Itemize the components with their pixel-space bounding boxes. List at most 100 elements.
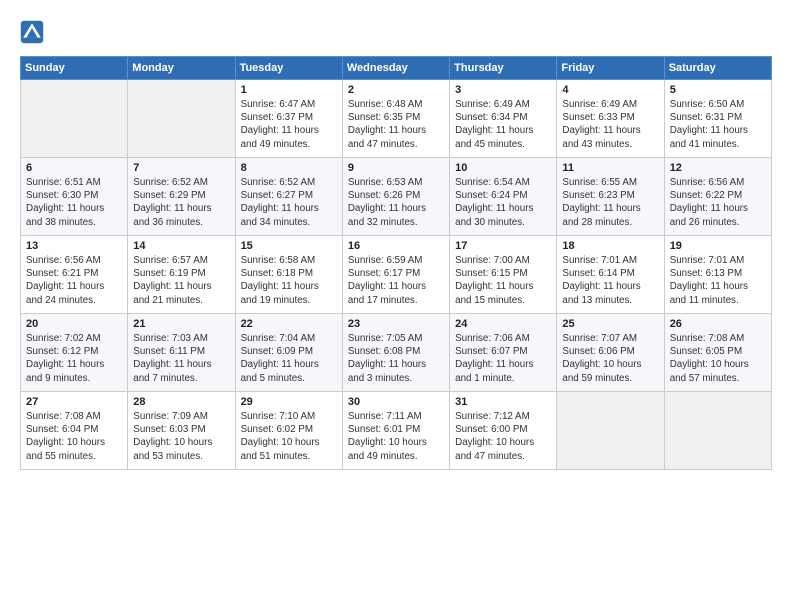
- day-detail: Sunrise: 7:08 AM Sunset: 6:05 PM Dayligh…: [670, 332, 766, 385]
- calendar-cell: [21, 80, 128, 158]
- day-number: 24: [455, 318, 551, 330]
- calendar-cell: [557, 392, 664, 470]
- day-number: 14: [133, 240, 229, 252]
- calendar-cell: 17 Sunrise: 7:00 AM Sunset: 6:15 PM Dayli…: [450, 236, 557, 314]
- day-of-week-header: Saturday: [664, 57, 771, 80]
- day-detail: Sunrise: 6:54 AM Sunset: 6:24 PM Dayligh…: [455, 176, 551, 229]
- calendar-table: SundayMondayTuesdayWednesdayThursdayFrid…: [20, 56, 772, 470]
- day-number: 5: [670, 84, 766, 96]
- day-detail: Sunrise: 6:57 AM Sunset: 6:19 PM Dayligh…: [133, 254, 229, 307]
- day-detail: Sunrise: 7:07 AM Sunset: 6:06 PM Dayligh…: [562, 332, 658, 385]
- day-of-week-header: Monday: [128, 57, 235, 80]
- day-detail: Sunrise: 7:01 AM Sunset: 6:14 PM Dayligh…: [562, 254, 658, 307]
- day-detail: Sunrise: 7:04 AM Sunset: 6:09 PM Dayligh…: [241, 332, 337, 385]
- calendar-cell: [128, 80, 235, 158]
- day-number: 7: [133, 162, 229, 174]
- day-detail: Sunrise: 6:56 AM Sunset: 6:21 PM Dayligh…: [26, 254, 122, 307]
- day-number: 28: [133, 396, 229, 408]
- day-detail: Sunrise: 7:12 AM Sunset: 6:00 PM Dayligh…: [455, 410, 551, 463]
- day-number: 21: [133, 318, 229, 330]
- calendar-cell: 24 Sunrise: 7:06 AM Sunset: 6:07 PM Dayli…: [450, 314, 557, 392]
- day-detail: Sunrise: 6:52 AM Sunset: 6:29 PM Dayligh…: [133, 176, 229, 229]
- day-detail: Sunrise: 7:08 AM Sunset: 6:04 PM Dayligh…: [26, 410, 122, 463]
- calendar-cell: 16Sunrise: 6:59 AM Sunset: 6:17 PM Dayli…: [342, 236, 449, 314]
- day-number: 22: [241, 318, 337, 330]
- day-of-week-header: Thursday: [450, 57, 557, 80]
- day-detail: Sunrise: 7:11 AM Sunset: 6:01 PM Dayligh…: [348, 410, 444, 463]
- day-number: 1: [241, 84, 337, 96]
- day-detail: Sunrise: 6:49 AM Sunset: 6:33 PM Dayligh…: [562, 98, 658, 151]
- calendar-cell: 19Sunrise: 7:01 AM Sunset: 6:13 PM Dayli…: [664, 236, 771, 314]
- day-detail: Sunrise: 6:48 AM Sunset: 6:35 PM Dayligh…: [348, 98, 444, 151]
- day-number: 16: [348, 240, 444, 252]
- day-number: 20: [26, 318, 122, 330]
- day-detail: Sunrise: 6:51 AM Sunset: 6:30 PM Dayligh…: [26, 176, 122, 229]
- calendar-cell: 6Sunrise: 6:51 AM Sunset: 6:30 PM Daylig…: [21, 158, 128, 236]
- day-detail: Sunrise: 7:10 AM Sunset: 6:02 PM Dayligh…: [241, 410, 337, 463]
- calendar-cell: 29Sunrise: 7:10 AM Sunset: 6:02 PM Dayli…: [235, 392, 342, 470]
- day-number: 30: [348, 396, 444, 408]
- calendar-cell: 27 Sunrise: 7:08 AM Sunset: 6:04 PM Dayli…: [21, 392, 128, 470]
- calendar-page: SundayMondayTuesdayWednesdayThursdayFrid…: [0, 0, 792, 480]
- day-detail: Sunrise: 7:00 AM Sunset: 6:15 PM Dayligh…: [455, 254, 551, 307]
- calendar-cell: 25 Sunrise: 7:07 AM Sunset: 6:06 PM Dayli…: [557, 314, 664, 392]
- day-number: 23: [348, 318, 444, 330]
- calendar-cell: [664, 392, 771, 470]
- day-number: 18: [562, 240, 658, 252]
- day-number: 4: [562, 84, 658, 96]
- calendar-cell: 15 Sunrise: 6:58 AM Sunset: 6:18 PM Dayli…: [235, 236, 342, 314]
- day-detail: Sunrise: 6:47 AM Sunset: 6:37 PM Dayligh…: [241, 98, 337, 151]
- day-number: 2: [348, 84, 444, 96]
- day-detail: Sunrise: 7:03 AM Sunset: 6:11 PM Dayligh…: [133, 332, 229, 385]
- calendar-cell: 23 Sunrise: 7:05 AM Sunset: 6:08 PM Dayli…: [342, 314, 449, 392]
- day-number: 31: [455, 396, 551, 408]
- logo-icon: [20, 20, 44, 44]
- day-number: 25: [562, 318, 658, 330]
- calendar-cell: 22 Sunrise: 7:04 AM Sunset: 6:09 PM Dayli…: [235, 314, 342, 392]
- calendar-cell: 4 Sunrise: 6:49 AM Sunset: 6:33 PM Daylig…: [557, 80, 664, 158]
- day-number: 8: [241, 162, 337, 174]
- day-detail: Sunrise: 6:53 AM Sunset: 6:26 PM Dayligh…: [348, 176, 444, 229]
- day-detail: Sunrise: 6:58 AM Sunset: 6:18 PM Dayligh…: [241, 254, 337, 307]
- calendar-cell: 14 Sunrise: 6:57 AM Sunset: 6:19 PM Dayli…: [128, 236, 235, 314]
- logo: [20, 20, 48, 44]
- day-of-week-header: Tuesday: [235, 57, 342, 80]
- day-detail: Sunrise: 6:56 AM Sunset: 6:22 PM Dayligh…: [670, 176, 766, 229]
- day-of-week-header: Sunday: [21, 57, 128, 80]
- header-row: SundayMondayTuesdayWednesdayThursdayFrid…: [21, 57, 772, 80]
- day-detail: Sunrise: 7:05 AM Sunset: 6:08 PM Dayligh…: [348, 332, 444, 385]
- day-of-week-header: Friday: [557, 57, 664, 80]
- calendar-cell: 12 Sunrise: 6:56 AM Sunset: 6:22 PM Dayli…: [664, 158, 771, 236]
- calendar-cell: 2 Sunrise: 6:48 AM Sunset: 6:35 PM Daylig…: [342, 80, 449, 158]
- calendar-week-row: 27 Sunrise: 7:08 AM Sunset: 6:04 PM Dayli…: [21, 392, 772, 470]
- day-number: 27: [26, 396, 122, 408]
- day-number: 12: [670, 162, 766, 174]
- calendar-cell: 9 Sunrise: 6:53 AM Sunset: 6:26 PM Daylig…: [342, 158, 449, 236]
- calendar-week-row: 6Sunrise: 6:51 AM Sunset: 6:30 PM Daylig…: [21, 158, 772, 236]
- day-detail: Sunrise: 7:06 AM Sunset: 6:07 PM Dayligh…: [455, 332, 551, 385]
- calendar-cell: 30 Sunrise: 7:11 AM Sunset: 6:01 PM Dayli…: [342, 392, 449, 470]
- calendar-week-row: 1 Sunrise: 6:47 AM Sunset: 6:37 PM Daylig…: [21, 80, 772, 158]
- day-number: 17: [455, 240, 551, 252]
- calendar-cell: 5Sunrise: 6:50 AM Sunset: 6:31 PM Daylig…: [664, 80, 771, 158]
- day-number: 13: [26, 240, 122, 252]
- calendar-cell: 13 Sunrise: 6:56 AM Sunset: 6:21 PM Dayli…: [21, 236, 128, 314]
- day-number: 15: [241, 240, 337, 252]
- day-number: 10: [455, 162, 551, 174]
- calendar-cell: 10 Sunrise: 6:54 AM Sunset: 6:24 PM Dayli…: [450, 158, 557, 236]
- calendar-cell: 8 Sunrise: 6:52 AM Sunset: 6:27 PM Daylig…: [235, 158, 342, 236]
- calendar-header: SundayMondayTuesdayWednesdayThursdayFrid…: [21, 57, 772, 80]
- day-number: 11: [562, 162, 658, 174]
- calendar-cell: 3Sunrise: 6:49 AM Sunset: 6:34 PM Daylig…: [450, 80, 557, 158]
- calendar-cell: 1 Sunrise: 6:47 AM Sunset: 6:37 PM Daylig…: [235, 80, 342, 158]
- day-number: 26: [670, 318, 766, 330]
- day-detail: Sunrise: 7:09 AM Sunset: 6:03 PM Dayligh…: [133, 410, 229, 463]
- day-number: 9: [348, 162, 444, 174]
- day-detail: Sunrise: 6:55 AM Sunset: 6:23 PM Dayligh…: [562, 176, 658, 229]
- calendar-cell: 31 Sunrise: 7:12 AM Sunset: 6:00 PM Dayli…: [450, 392, 557, 470]
- day-detail: Sunrise: 7:02 AM Sunset: 6:12 PM Dayligh…: [26, 332, 122, 385]
- day-of-week-header: Wednesday: [342, 57, 449, 80]
- day-detail: Sunrise: 6:52 AM Sunset: 6:27 PM Dayligh…: [241, 176, 337, 229]
- day-number: 3: [455, 84, 551, 96]
- calendar-cell: 7 Sunrise: 6:52 AM Sunset: 6:29 PM Daylig…: [128, 158, 235, 236]
